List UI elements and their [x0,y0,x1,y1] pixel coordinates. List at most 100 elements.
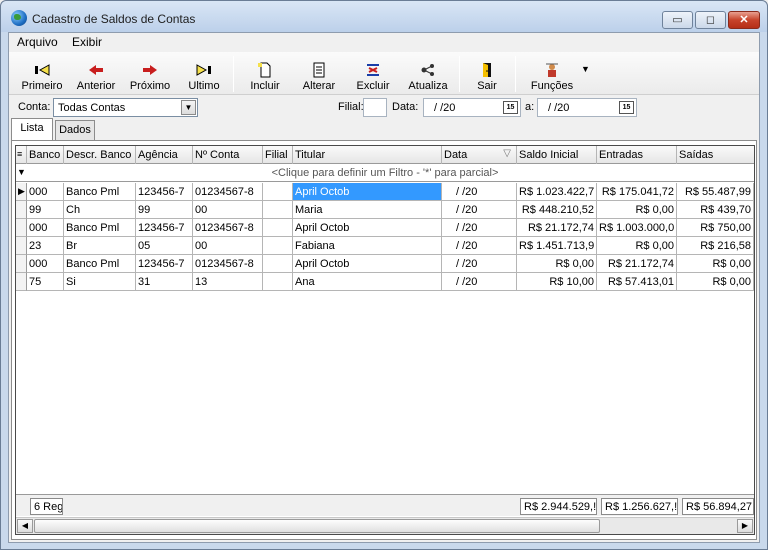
minimize-button[interactable]: ▭ [662,11,693,29]
cell-saidas[interactable]: R$ 216,58 [677,237,754,255]
table-row[interactable]: 99 Ch 99 00 Maria / /20 R$ 448.210,52 R$… [16,201,754,219]
chevron-down-icon[interactable]: ▼ [181,100,196,115]
data-to-input[interactable]: / /20 15 [537,98,637,117]
data-from-input[interactable]: / /20 15 [423,98,521,117]
previous-button[interactable]: Anterior [71,52,121,95]
filial-input[interactable] [363,98,387,117]
cell-filial[interactable] [263,201,293,219]
cell-filial[interactable] [263,183,293,201]
cell-saidas[interactable]: R$ 0,00 [677,255,754,273]
cell-conta[interactable]: 00 [193,237,263,255]
cell-conta[interactable]: 00 [193,201,263,219]
col-filial[interactable]: Filial [263,146,293,164]
cell-descr[interactable]: Banco Pml [64,183,136,201]
incluir-button[interactable]: Incluir [239,52,291,95]
cell-entradas[interactable]: R$ 21.172,74 [597,255,677,273]
calendar-icon[interactable]: 15 [619,101,634,114]
first-button[interactable]: Primeiro [17,52,67,95]
cell-entradas[interactable]: R$ 175.041,72 [597,183,677,201]
cell-saldo[interactable]: R$ 448.210,52 [517,201,597,219]
cell-filial[interactable] [263,273,293,291]
cell-titular[interactable]: April Octob [293,183,442,201]
menu-arquivo[interactable]: Arquivo [17,35,58,49]
cell-titular[interactable]: April Octob [293,255,442,273]
cell-data[interactable]: / /20 [442,219,517,237]
cell-agencia[interactable]: 31 [136,273,193,291]
cell-titular[interactable]: Fabiana [293,237,442,255]
cell-data[interactable]: / /20 [442,183,517,201]
cell-titular[interactable]: Ana [293,273,442,291]
table-row[interactable]: 75 Si 31 13 Ana / /20 R$ 10,00 R$ 57.413… [16,273,754,291]
cell-saldo[interactable]: R$ 10,00 [517,273,597,291]
column-chooser-icon[interactable]: ≡ [16,146,27,164]
cell-titular[interactable]: Maria [293,201,442,219]
maximize-button[interactable]: ◻ [695,11,726,29]
cell-descr[interactable]: Banco Pml [64,219,136,237]
tab-dados[interactable]: Dados [55,120,95,140]
scroll-right-icon[interactable]: ▶ [737,519,753,533]
col-agencia[interactable]: Agência [136,146,193,164]
cell-agencia[interactable]: 05 [136,237,193,255]
cell-data[interactable]: / /20 [442,255,517,273]
cell-agencia[interactable]: 99 [136,201,193,219]
table-row[interactable]: ▶ 000 Banco Pml 123456-7 01234567-8 Apri… [16,183,754,201]
table-row[interactable]: 23 Br 05 00 Fabiana / /20 R$ 1.451.713,9… [16,237,754,255]
cell-banco[interactable]: 75 [27,273,64,291]
cell-saldo[interactable]: R$ 21.172,74 [517,219,597,237]
cell-filial[interactable] [263,219,293,237]
col-data[interactable]: Data ▽ [442,146,517,164]
calendar-icon[interactable]: 15 [503,101,518,114]
funcoes-button[interactable]: Funções [521,52,583,95]
tab-lista[interactable]: Lista [11,118,53,140]
cell-saidas[interactable]: R$ 439,70 [677,201,754,219]
col-saldo-inicial[interactable]: Saldo Inicial [517,146,597,164]
cell-data[interactable]: / /20 [442,201,517,219]
cell-descr[interactable]: Banco Pml [64,255,136,273]
cell-banco[interactable]: 23 [27,237,64,255]
cell-descr[interactable]: Br [64,237,136,255]
cell-agencia[interactable]: 123456-7 [136,219,193,237]
cell-descr[interactable]: Si [64,273,136,291]
cell-conta[interactable]: 01234567-8 [193,219,263,237]
cell-data[interactable]: / /20 [442,237,517,255]
cell-banco[interactable]: 000 [27,255,64,273]
cell-banco[interactable]: 000 [27,219,64,237]
next-button[interactable]: Próximo [125,52,175,95]
cell-entradas[interactable]: R$ 0,00 [597,237,677,255]
atualiza-button[interactable]: Atualiza [401,52,455,95]
col-titular[interactable]: Titular [293,146,442,164]
excluir-button[interactable]: Excluir [347,52,399,95]
cell-banco[interactable]: 000 [27,183,64,201]
cell-titular[interactable]: April Octob [293,219,442,237]
scroll-left-icon[interactable]: ◀ [17,519,33,533]
cell-data[interactable]: / /20 [442,273,517,291]
conta-select[interactable]: Todas Contas ▼ [53,98,198,117]
cell-agencia[interactable]: 123456-7 [136,255,193,273]
menu-exibir[interactable]: Exibir [72,35,102,49]
cell-descr[interactable]: Ch [64,201,136,219]
cell-entradas[interactable]: R$ 0,00 [597,201,677,219]
cell-entradas[interactable]: R$ 1.003.000,0 [597,219,677,237]
col-saidas[interactable]: Saídas [677,146,754,164]
cell-conta[interactable]: 13 [193,273,263,291]
alterar-button[interactable]: Alterar [293,52,345,95]
dropdown-arrow-icon[interactable]: ▼ [581,64,590,74]
title-bar[interactable]: Cadastro de Saldos de Contas ▭ ◻ ✕ [1,1,767,32]
cell-saidas[interactable]: R$ 0,00 [677,273,754,291]
scroll-thumb[interactable] [34,519,600,533]
cell-saldo[interactable]: R$ 1.023.422,7 [517,183,597,201]
cell-saldo[interactable]: R$ 1.451.713,9 [517,237,597,255]
cell-saldo[interactable]: R$ 0,00 [517,255,597,273]
col-banco[interactable]: Banco [27,146,64,164]
cell-conta[interactable]: 01234567-8 [193,255,263,273]
grid-filter-row[interactable]: ▼ <Clique para definir um Filtro - '*' p… [16,164,754,182]
col-entradas[interactable]: Entradas [597,146,677,164]
sair-button[interactable]: Sair [465,52,509,95]
col-numero-conta[interactable]: Nº Conta [193,146,263,164]
cell-filial[interactable] [263,255,293,273]
cell-conta[interactable]: 01234567-8 [193,183,263,201]
cell-banco[interactable]: 99 [27,201,64,219]
col-descr-banco[interactable]: Descr. Banco [64,146,136,164]
cell-filial[interactable] [263,237,293,255]
table-row[interactable]: 000 Banco Pml 123456-7 01234567-8 April … [16,255,754,273]
